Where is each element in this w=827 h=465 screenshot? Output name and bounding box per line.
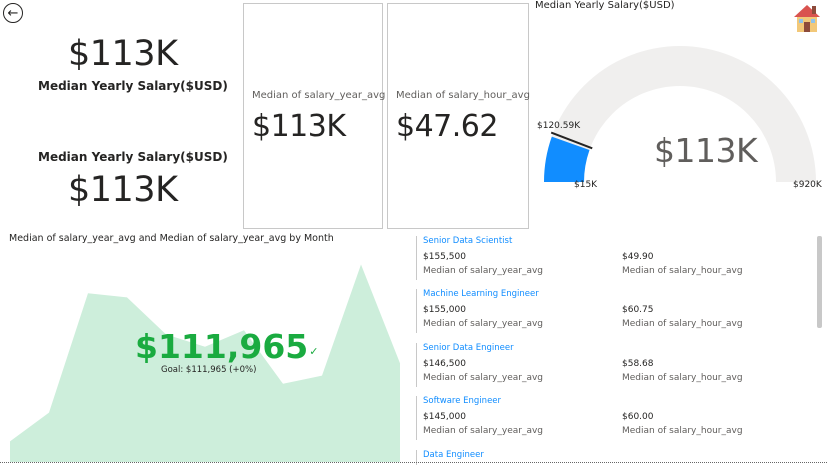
gauge-svg xyxy=(544,46,816,182)
list-item-hour-value: $60.00 xyxy=(622,412,654,422)
kpi-top-value: $113K xyxy=(68,34,178,74)
card-year-value: $113K xyxy=(252,109,346,144)
area-kpi-value: $111,965 xyxy=(135,327,309,366)
list-item-hour-value: $58.68 xyxy=(622,359,654,369)
list-item[interactable]: Senior Data Engineer $146,500 Median of … xyxy=(416,343,816,397)
list-item-title[interactable]: Senior Data Scientist xyxy=(423,236,512,246)
list-item-hour-value: $49.90 xyxy=(622,252,654,262)
list-item-year-label: Median of salary_year_avg xyxy=(423,426,544,436)
gauge-target-label: $120.59K xyxy=(537,121,581,131)
card-hour-label: Median of salary_hour_avg xyxy=(396,90,530,101)
card-year-label: Median of salary_year_avg xyxy=(252,90,386,101)
back-arrow-icon: ← xyxy=(7,5,19,21)
list-item-title[interactable]: Machine Learning Engineer xyxy=(423,289,539,299)
list-item-year-label: Median of salary_year_avg xyxy=(423,319,544,329)
area-chart-visual[interactable]: Median of salary_year_avg and Median of … xyxy=(0,230,410,465)
list-item-hour-label: Median of salary_hour_avg xyxy=(622,266,743,276)
list-item-hour-label: Median of salary_hour_avg xyxy=(622,373,743,383)
list-item-divider xyxy=(416,236,417,280)
kpi-bottom-label: Median Yearly Salary($USD) xyxy=(38,150,228,164)
list-item[interactable]: Machine Learning Engineer $155,000 Media… xyxy=(416,289,816,343)
card-salary-year[interactable]: Median of salary_year_avg $113K xyxy=(243,3,386,229)
kpi-top-label: Median Yearly Salary($USD) xyxy=(38,79,228,93)
list-item-title[interactable]: Senior Data Engineer xyxy=(423,343,514,353)
list-item-year-value: $145,000 xyxy=(423,412,466,422)
kpi-bottom-value: $113K xyxy=(68,170,178,210)
back-button[interactable]: ← xyxy=(3,3,23,23)
card-salary-hour[interactable]: Median of salary_hour_avg $47.62 xyxy=(387,3,530,229)
gauge-visual[interactable]: Median Yearly Salary($USD) $120.59K $15K… xyxy=(533,0,827,200)
list-item-title[interactable]: Software Engineer xyxy=(423,396,501,406)
list-item-hour-label: Median of salary_hour_avg xyxy=(622,426,743,436)
gauge-min-label: $15K xyxy=(574,180,598,190)
list-item[interactable]: Software Engineer $145,000 Median of sal… xyxy=(416,396,816,450)
area-kpi-goal: Goal: $111,965 (+0%) xyxy=(161,365,257,375)
list-item-year-label: Median of salary_year_avg xyxy=(423,266,544,276)
list-item-year-label: Median of salary_year_avg xyxy=(423,373,544,383)
list-item-hour-value: $60.75 xyxy=(622,305,654,315)
list-item-hour-label: Median of salary_hour_avg xyxy=(622,319,743,329)
list-item[interactable]: Senior Data Scientist $155,500 Median of… xyxy=(416,236,816,290)
list-item-divider xyxy=(416,289,417,333)
card-hour-value: $47.62 xyxy=(396,109,498,144)
list-item-divider xyxy=(416,343,417,387)
page-bottom-border xyxy=(0,462,827,463)
list-scrollbar[interactable] xyxy=(817,236,822,328)
list-item-year-value: $155,000 xyxy=(423,305,466,315)
gauge-max-label: $920K xyxy=(793,180,822,190)
area-kpi: $111,965 ✓ xyxy=(135,327,319,366)
list-item-title[interactable]: Data Engineer xyxy=(423,450,484,460)
list-item-year-value: $155,500 xyxy=(423,252,466,262)
list-item-year-value: $146,500 xyxy=(423,359,466,369)
gauge-center-value: $113K xyxy=(654,131,758,170)
check-icon: ✓ xyxy=(309,345,319,358)
list-item-divider xyxy=(416,396,417,440)
